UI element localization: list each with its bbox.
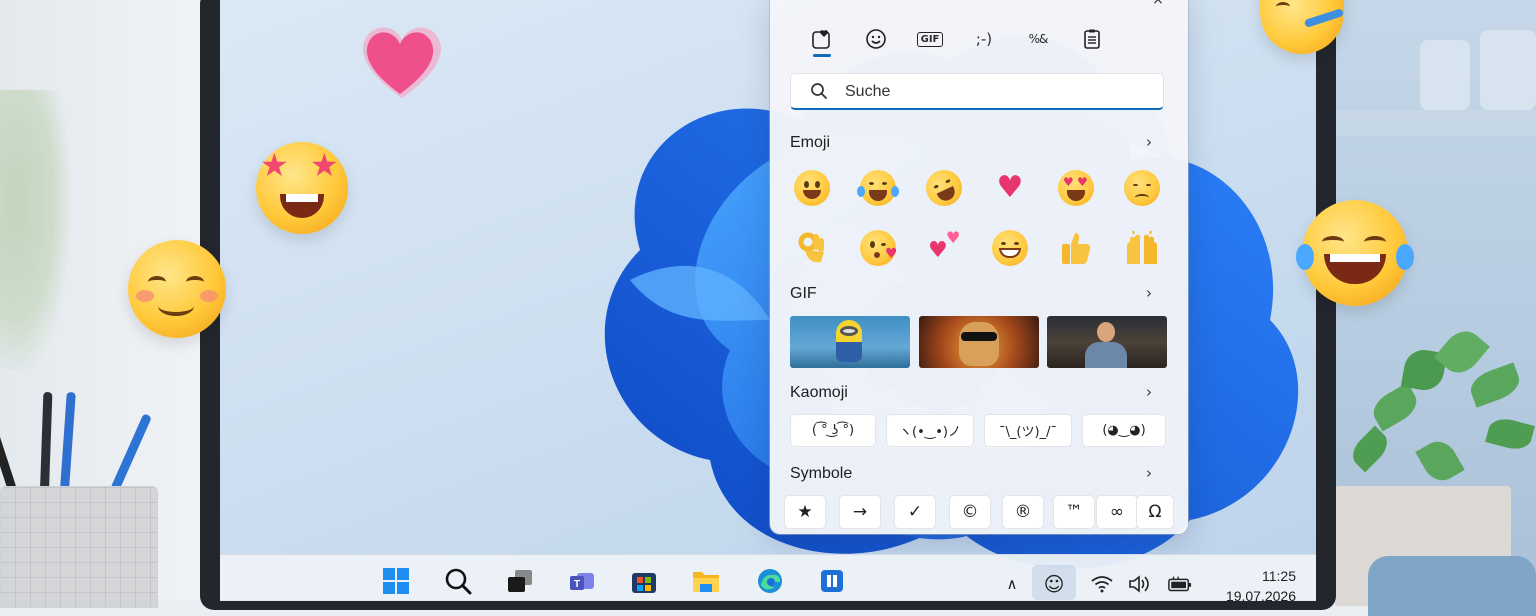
raising-hands-icon	[1127, 230, 1157, 264]
emoji-rolling-laughing[interactable]	[920, 164, 968, 212]
kaomoji-button[interactable]: ¯\_(ツ)_/¯	[984, 414, 1072, 447]
wifi-glyph-icon	[1091, 576, 1113, 593]
task-view-icon[interactable]	[504, 565, 536, 597]
symbol-button[interactable]: ®	[1002, 495, 1044, 529]
taskbar-clock[interactable]: 11:25 19.07.2026	[1216, 566, 1296, 606]
app-glyph-icon	[821, 570, 843, 592]
teams-icon[interactable]: T	[566, 565, 598, 597]
emoji-two-hearts[interactable]: ♥ ♥	[922, 226, 966, 270]
store-bag-icon	[632, 573, 656, 593]
emoji-smiling-face[interactable]	[790, 166, 834, 210]
emoji-section-label: Emoji	[790, 134, 831, 151]
kaomoji-tab[interactable]: ;-)	[967, 22, 1001, 56]
floating-star-struck-emoji: ★ ★	[256, 142, 348, 234]
tray-overflow-chevron-icon[interactable]: ∧	[1000, 572, 1024, 596]
mug	[1368, 556, 1536, 616]
gif-thumbnail-person[interactable]	[1047, 316, 1167, 368]
file-explorer-icon[interactable]	[690, 565, 722, 597]
emoji-grinning[interactable]	[988, 226, 1032, 270]
folder-icon	[693, 572, 719, 592]
shelf-vase	[1480, 30, 1536, 110]
emoji-heart-tab[interactable]	[805, 22, 839, 57]
heart-icon: ♥	[996, 170, 1024, 205]
kaomoji-section-label: Kaomoji	[790, 384, 848, 401]
thumbs-up-icon	[1062, 233, 1091, 264]
symbols-section-label: Symbole	[790, 465, 853, 482]
gif-tab[interactable]: GIF	[913, 22, 947, 56]
kaomoji-button[interactable]: ( ͡° ͜ʖ ͡°)	[790, 414, 876, 447]
symbols-section-chevron-icon[interactable]: ›	[1146, 464, 1152, 482]
emoji-kissing-heart[interactable]: ♥	[856, 226, 900, 270]
emoji-tears-of-joy[interactable]	[856, 166, 900, 210]
windows-logo-icon	[383, 568, 409, 594]
gif-icon: GIF	[916, 31, 944, 47]
teams-glyph-icon: T	[570, 573, 594, 590]
emoji-disappointed[interactable]	[1120, 166, 1164, 210]
symbol-button[interactable]: ★	[784, 495, 826, 529]
pen-cup	[0, 486, 158, 608]
symbol-button[interactable]: Ω	[1136, 495, 1174, 529]
taskbar-search-icon[interactable]	[442, 565, 474, 597]
task-view-glyph-icon	[508, 570, 532, 592]
clock-date: 19.07.2026	[1225, 588, 1296, 604]
emoji-section-chevron-icon[interactable]: ›	[1146, 133, 1152, 151]
svg-text:T: T	[574, 579, 580, 590]
floating-tears-of-joy-emoji	[1296, 200, 1414, 306]
floating-heart-icon	[363, 27, 441, 98]
smiley-tab[interactable]	[859, 22, 893, 56]
emoji-red-heart[interactable]: ♥	[988, 166, 1032, 210]
emoji-thumbs-up[interactable]	[1054, 226, 1098, 270]
clipboard-tab[interactable]	[1075, 22, 1109, 56]
clipboard-icon	[1084, 29, 1100, 49]
gif-thumbnail-minion[interactable]	[790, 316, 910, 368]
plant-left-decoration	[0, 90, 70, 370]
search-input[interactable]: Suche	[790, 73, 1164, 110]
close-icon[interactable]: ×	[1150, 0, 1166, 8]
app-icon[interactable]	[816, 565, 848, 597]
symbol-button[interactable]: ✓	[894, 495, 936, 529]
gif-thumbnail-dog[interactable]	[919, 316, 1039, 368]
search-placeholder: Suche	[845, 83, 891, 100]
wifi-icon[interactable]	[1090, 572, 1114, 596]
gif-section-label: GIF	[790, 285, 817, 302]
magnifier-icon	[445, 568, 472, 595]
kaomoji-icon: ;-)	[975, 30, 993, 48]
battery-glyph-icon	[1168, 576, 1192, 592]
kaomoji-button[interactable]: (◕‿◕)	[1082, 414, 1166, 447]
volume-icon[interactable]	[1128, 572, 1152, 596]
speaker-icon	[1129, 575, 1149, 593]
smiley-icon	[866, 29, 886, 49]
gif-section-chevron-icon[interactable]: ›	[1146, 284, 1152, 302]
symbol-button[interactable]: ™	[1053, 495, 1095, 529]
kaomoji-button[interactable]: ヽ(•‿•)ノ	[886, 414, 974, 447]
ok-hand-icon	[798, 232, 824, 263]
windows-start-icon[interactable]	[380, 565, 412, 597]
microsoft-store-icon[interactable]	[628, 565, 660, 597]
shelf-vase	[1420, 40, 1470, 110]
clock-time: 11:25	[1262, 568, 1296, 584]
emoji-tray-icon: ☺	[1043, 572, 1065, 596]
edge-browser-icon[interactable]	[754, 565, 786, 597]
kaomoji-section-chevron-icon[interactable]: ›	[1146, 383, 1152, 401]
search-icon	[811, 83, 827, 99]
symbols-icon: %&	[1028, 32, 1049, 46]
emoji-ok-hand[interactable]	[790, 226, 834, 270]
symbol-button[interactable]: ©	[949, 495, 991, 529]
emoji-raising-hands[interactable]	[1120, 226, 1164, 270]
emoji-heart-eyes[interactable]: ♥ ♥	[1054, 166, 1098, 210]
edge-glyph-icon	[758, 569, 782, 593]
floating-smiling-blush-emoji	[128, 240, 226, 338]
battery-icon[interactable]	[1168, 572, 1192, 596]
symbols-tab[interactable]: %&	[1021, 22, 1055, 56]
shelf	[1336, 110, 1536, 136]
symbol-button[interactable]: ∞	[1096, 495, 1138, 529]
symbol-button[interactable]: →	[839, 495, 881, 529]
heart-emoji-icon	[812, 30, 830, 49]
